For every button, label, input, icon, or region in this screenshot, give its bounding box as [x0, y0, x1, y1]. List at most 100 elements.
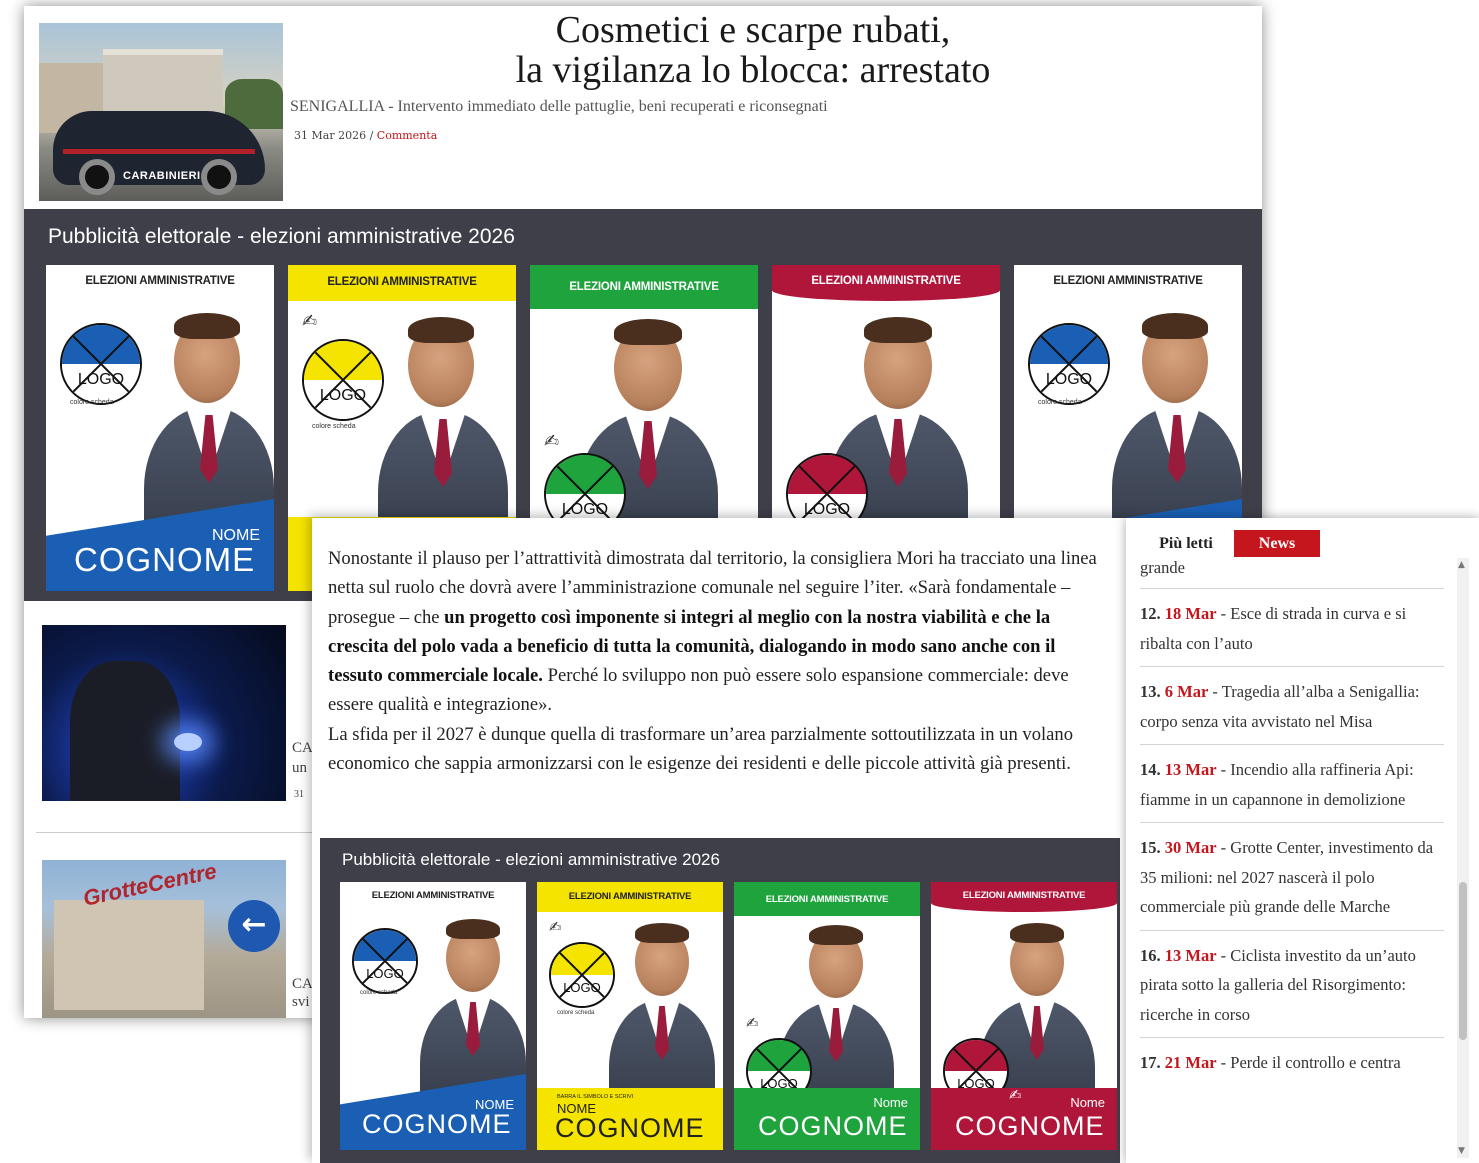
logo-text: LOGO	[77, 371, 125, 388]
poster-header: ELEZIONI AMMINISTRATIVE	[327, 276, 477, 288]
item-date[interactable]: 13 Mar	[1165, 946, 1217, 965]
comment-link[interactable]: Commenta	[377, 129, 437, 142]
party-logo: LOGO	[302, 339, 384, 421]
item-date[interactable]: 30 Mar	[1165, 838, 1217, 857]
hair	[1142, 313, 1208, 339]
car-stripe	[63, 149, 255, 154]
scroll-up-arrow-icon[interactable]: ▲	[1458, 560, 1465, 570]
car-wheel	[79, 159, 115, 195]
item-rank: 14.	[1140, 760, 1161, 779]
ad-poster-green[interactable]: ELEZIONI AMMINISTRATIVE ✍ LOGO Nome COGN…	[734, 882, 920, 1150]
colore-scheda-label: colore scheda	[70, 399, 114, 406]
article-title-line2[interactable]: la vigilanza lo blocca: arrestato	[314, 50, 1192, 90]
list-item[interactable]: 14. 13 Mar - Incendio alla raffineria Ap…	[1140, 745, 1444, 823]
pen-icon: ✍	[1009, 1086, 1022, 1104]
thumb-siren-light	[174, 733, 202, 751]
ad-poster-blue[interactable]: ELEZIONI AMMINISTRATIVE LOGO colore sche…	[340, 882, 526, 1150]
list-item[interactable]: 16. 13 Mar - Ciclista investito da un’au…	[1140, 931, 1444, 1038]
ad-poster-blue[interactable]: ELEZIONI AMMINISTRATIVE LOGO colore sche…	[46, 265, 274, 591]
body-paragraph-2: La sfida per il 2027 è dunque quella di …	[328, 723, 1074, 775]
logo-color	[304, 341, 382, 380]
item-date[interactable]: 21 Mar	[1165, 1053, 1217, 1072]
barra-instruction: BARRA IL SIMBOLO E SCRIVI	[557, 1094, 634, 1100]
scrollbar-thumb[interactable]	[1459, 882, 1467, 1040]
ad-poster-red[interactable]: ELEZIONI AMMINISTRATIVE LOGO ✍ Nome COGN…	[931, 882, 1117, 1150]
item-rank: 17.	[1140, 1053, 1161, 1072]
pen-icon: ✍	[544, 431, 560, 452]
list-item-date: 31	[294, 789, 304, 800]
article-body-panel: Nonostante il plauso per l’attrattività …	[312, 518, 1128, 1163]
hair	[635, 923, 689, 943]
article-thumbnail-mall[interactable]: GrotteCentre ←	[42, 860, 286, 1018]
ad-poster-yellow[interactable]: ELEZIONI AMMINISTRATIVE ✍ LOGO colore sc…	[537, 882, 723, 1150]
most-read-list: grande 12. 18 Mar - Esce di strada in cu…	[1140, 556, 1444, 1086]
item-rank: 16.	[1140, 945, 1161, 965]
candidate-last-name: COGNOME	[955, 1111, 1105, 1141]
article-thumbnail[interactable]: CARABINIERI	[39, 23, 283, 201]
hair	[174, 313, 240, 339]
logo-color	[748, 1040, 810, 1071]
logo-color	[354, 930, 416, 961]
thumb-officer	[70, 661, 180, 801]
logo-text: LOGO	[1045, 371, 1093, 388]
body-paragraph-1: Nonostante il plauso per l’attrattività …	[328, 544, 1110, 720]
candidate-last-name: COGNOME	[555, 1113, 705, 1143]
ad-band-title: Pubblicità elettorale - elezioni amminis…	[48, 225, 515, 248]
sidebar-most-read: Più letti News grande 12. 18 Mar - Esce …	[1126, 518, 1479, 1163]
candidate-last-name: COGNOME	[362, 1109, 512, 1139]
sidebar-scrollbar[interactable]: ▲ ▼	[1457, 558, 1469, 1158]
colore-scheda-label: colore scheda	[360, 990, 398, 996]
candidate-last-name: COGNOME	[758, 1111, 908, 1141]
logo-text: LOGO	[563, 980, 601, 995]
list-item[interactable]: 12. 18 Mar - Esce di strada in curva e s…	[1140, 589, 1444, 667]
meta-separator: /	[366, 129, 377, 142]
item-date[interactable]: 13 Mar	[1165, 760, 1217, 779]
colore-scheda-label: colore scheda	[557, 1010, 595, 1016]
ad-band-title: Pubblicità elettorale - elezioni amminis…	[342, 850, 720, 869]
list-item[interactable]: 17. 21 Mar - Perde il controllo e centra	[1140, 1038, 1444, 1086]
list-item-subtitle: un	[292, 760, 307, 776]
item-rank: 13.	[1140, 682, 1161, 701]
logo-color	[788, 455, 866, 494]
item-rank: 12.	[1140, 604, 1161, 623]
item-date[interactable]: 18 Mar	[1165, 604, 1217, 623]
electoral-ad-banner-inline: Pubblicità elettorale - elezioni amminis…	[320, 838, 1120, 1163]
poster-header: ELEZIONI AMMINISTRATIVE	[371, 890, 495, 901]
list-item-title[interactable]: CA	[292, 740, 313, 757]
hair	[614, 319, 682, 345]
pen-icon: ✍	[302, 311, 318, 332]
hair	[446, 919, 500, 939]
tab-piu-letti[interactable]: Più letti	[1138, 530, 1234, 557]
hair	[408, 317, 474, 343]
article-title-line1[interactable]: Cosmetici e scarpe rubati,	[314, 10, 1192, 50]
poster-header: ELEZIONI AMMINISTRATIVE	[765, 894, 889, 905]
list-item-subtitle: svi	[292, 994, 310, 1010]
scroll-down-arrow-icon[interactable]: ▼	[1458, 1146, 1465, 1156]
poster-header: ELEZIONI AMMINISTRATIVE	[1053, 275, 1203, 287]
logo-text: LOGO	[803, 501, 851, 518]
pen-icon: ✍	[549, 918, 562, 936]
party-logo: LOGO	[352, 928, 418, 994]
article-meta: 31 Mar 2026 / Commenta	[294, 129, 437, 142]
poster-header: ELEZIONI AMMINISTRATIVE	[962, 890, 1086, 901]
list-item-title[interactable]: CA	[292, 976, 313, 993]
car-label: CARABINIERI	[123, 170, 201, 182]
item-date[interactable]: 6 Mar	[1165, 682, 1209, 701]
item-title[interactable]: - Perde il controllo e centra	[1217, 1053, 1401, 1072]
logo-text: LOGO	[366, 966, 404, 981]
car-wheel	[201, 159, 237, 195]
party-logo: LOGO	[1028, 323, 1110, 405]
item-rank: 15.	[1140, 838, 1161, 857]
poster-header: ELEZIONI AMMINISTRATIVE	[811, 275, 961, 287]
article-title[interactable]: Cosmetici e scarpe rubati, la vigilanza …	[314, 10, 1192, 90]
list-item-fragment[interactable]: grande	[1140, 556, 1444, 589]
article-thumbnail-police-night[interactable]	[42, 625, 286, 801]
pen-icon: ✍	[746, 1014, 759, 1032]
hair	[864, 317, 932, 343]
list-divider	[36, 832, 321, 833]
article-subtitle: SENIGALLIA - Intervento immediato delle …	[290, 98, 828, 115]
tab-news[interactable]: News	[1234, 530, 1320, 557]
list-item[interactable]: 13. 6 Mar - Tragedia all’alba a Senigall…	[1140, 667, 1444, 745]
list-item[interactable]: 15. 30 Mar - Grotte Center, investimento…	[1140, 823, 1444, 931]
logo-color	[62, 325, 140, 364]
